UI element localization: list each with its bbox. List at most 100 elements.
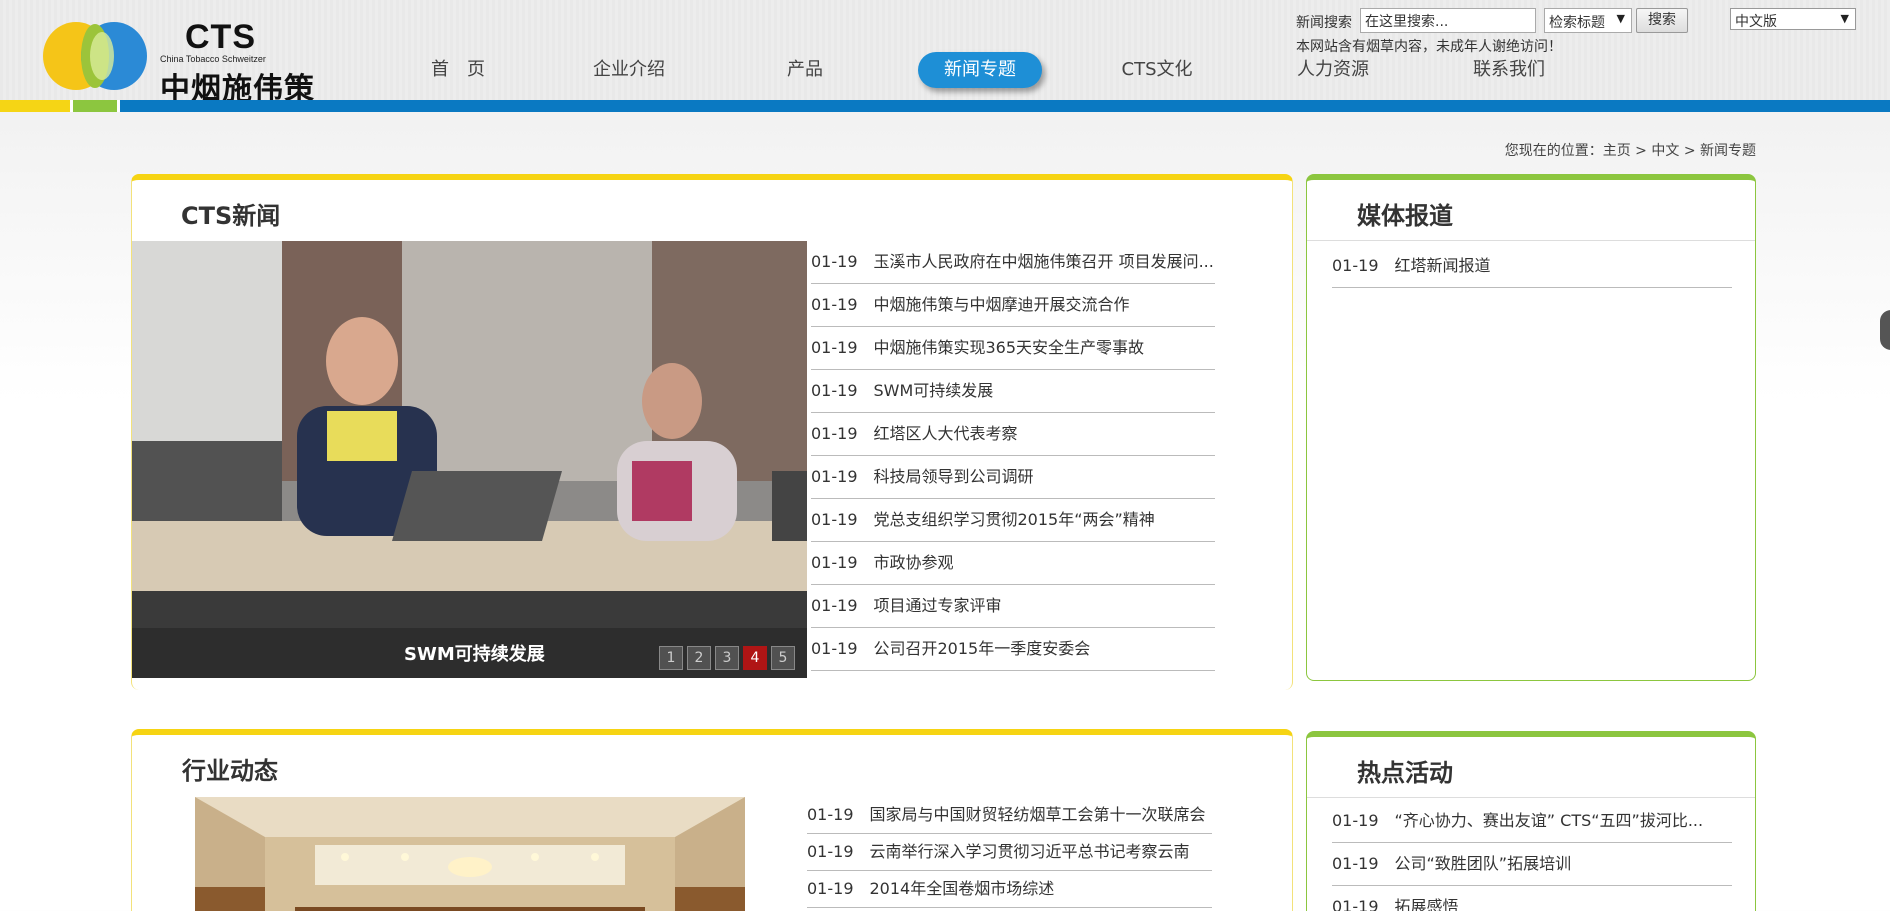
pager-button[interactable]: 3 (715, 646, 739, 670)
list-item[interactable]: 01-19 SWM可持续发展 (811, 370, 1215, 413)
media-panel: 媒体报道 01-19 红塔新闻报道 (1306, 174, 1756, 681)
industry-panel: 行业动态 01-19 国家局与中国财贸轻纺烟草工会第十一次联席会 01-19 云南举… (131, 729, 1293, 911)
pager-button-active[interactable]: 4 (743, 646, 767, 670)
search-label: 新闻搜索 (1296, 15, 1352, 31)
nav-news[interactable]: 新闻专题 (918, 52, 1042, 88)
news-date: 01-19 (807, 879, 854, 898)
news-date: 01-19 (811, 467, 858, 486)
events-panel: 热点活动 01-19 “齐心协力、赛出友谊” CTS“五四”拔河比... 01-1… (1306, 731, 1756, 911)
list-item[interactable]: 01-19 玉溪市人民政府在中烟施伟策召开 项目发展问... (811, 241, 1215, 284)
search-input[interactable] (1360, 8, 1536, 33)
news-title: “齐心协力、赛出友谊” CTS“五四”拔河比... (1394, 811, 1704, 830)
news-title: 项目通过专家评审 (873, 596, 1002, 615)
list-item[interactable]: 01-19 红塔区人大代表考察 (811, 413, 1215, 456)
logo-english: China Tobacco Schweitzer (160, 54, 266, 64)
media-title: 媒体报道 (1357, 202, 1453, 230)
slideshow-pager: 1 2 3 4 5 (659, 646, 795, 670)
events-title: 热点活动 (1357, 759, 1453, 787)
color-bar-green (73, 100, 117, 112)
nav-about[interactable]: 企业介绍 (584, 52, 674, 88)
news-date: 01-19 (811, 553, 858, 572)
list-item[interactable]: 01-19 市政协参观 (811, 542, 1215, 585)
list-item[interactable]: 01-19 公司召开2015年一季度安委会 (811, 628, 1215, 671)
news-date: 01-19 (811, 338, 858, 357)
news-title: 公司“致胜团队”拓展培训 (1394, 854, 1572, 873)
language-select[interactable]: 中文版 ▼ (1730, 8, 1856, 30)
news-title: 科技局领导到公司调研 (873, 467, 1034, 486)
industry-title: 行业动态 (182, 757, 278, 785)
news-title: 红塔新闻报道 (1394, 256, 1491, 275)
list-item[interactable]: 01-19 科技局领导到公司调研 (811, 456, 1215, 499)
pager-button[interactable]: 1 (659, 646, 683, 670)
news-title: SWM可持续发展 (873, 381, 994, 400)
pager-button[interactable]: 2 (687, 646, 711, 670)
search-button[interactable]: 搜索 (1636, 8, 1688, 33)
list-item[interactable]: 01-19 2014年全国卷烟市场综述 (807, 871, 1212, 908)
news-title: 党总支组织学习贯彻2015年“两会”精神 (873, 510, 1155, 529)
news-date: 01-19 (807, 805, 854, 824)
events-list: 01-19 “齐心协力、赛出友谊” CTS“五四”拔河比... 01-19 公司“致… (1332, 800, 1732, 911)
news-date: 01-19 (811, 381, 858, 400)
news-date: 01-19 (811, 639, 858, 658)
news-date: 01-19 (811, 596, 858, 615)
language-value: 中文版 (1735, 14, 1777, 30)
industry-photo[interactable] (195, 797, 745, 911)
cts-news-panel: CTS新闻 SWM可持续发展 1 2 3 4 5 01-19 玉溪市人民政府在中… (131, 174, 1293, 690)
news-date: 01-19 (811, 424, 858, 443)
media-list: 01-19 红塔新闻报道 (1332, 245, 1732, 288)
news-date: 01-19 (807, 842, 854, 861)
divider (1307, 797, 1755, 798)
news-slideshow[interactable]: SWM可持续发展 1 2 3 4 5 (132, 241, 807, 678)
news-title: 市政协参观 (873, 553, 954, 572)
logo-brand: CTS (185, 18, 256, 56)
pager-button[interactable]: 5 (771, 646, 795, 670)
nav-home[interactable]: 首 页 (418, 52, 498, 88)
age-notice: 本网站含有烟草内容，未成年人谢绝访问！ (1296, 39, 1562, 55)
news-title: 云南举行深入学习贯彻习近平总书记考察云南 (869, 842, 1190, 861)
list-item[interactable]: 01-19 国家局与中国财贸轻纺烟草工会第十一次联席会 (807, 797, 1212, 834)
breadcrumb: 您现在的位置：主页 > 中文 > 新闻专题 (1504, 143, 1756, 159)
news-title: 公司召开2015年一季度安委会 (873, 639, 1091, 658)
news-title: 国家局与中国财贸轻纺烟草工会第十一次联席会 (869, 805, 1206, 824)
nav-culture[interactable]: CTS文化 (1112, 52, 1202, 88)
industry-list: 01-19 国家局与中国财贸轻纺烟草工会第十一次联席会 01-19 云南举行深入学习… (807, 797, 1212, 908)
news-date: 01-19 (1332, 256, 1379, 275)
news-date: 01-19 (811, 510, 858, 529)
side-scroll-handle[interactable] (1880, 310, 1890, 350)
news-title: 红塔区人大代表考察 (873, 424, 1018, 443)
color-bar-gap (117, 100, 120, 112)
list-item[interactable]: 01-19 中烟施伟策与中烟摩迪开展交流合作 (811, 284, 1215, 327)
site-logo[interactable]: CTS China Tobacco Schweitzer 中烟施伟策 (40, 18, 314, 107)
chevron-down-icon: ▼ (1840, 12, 1849, 25)
news-title: 2014年全国卷烟市场综述 (869, 879, 1055, 898)
list-item[interactable]: 01-19 项目通过专家评审 (811, 585, 1215, 628)
search-scope-value: 检索标题 (1549, 15, 1605, 31)
news-title: 中烟施伟策与中烟摩迪开展交流合作 (873, 295, 1130, 314)
news-date: 01-19 (1332, 854, 1379, 873)
news-title: 玉溪市人民政府在中烟施伟策召开 项目发展问... (873, 252, 1214, 271)
list-item[interactable]: 01-19 “齐心协力、赛出友谊” CTS“五四”拔河比... (1332, 800, 1732, 843)
nav-products[interactable]: 产品 (770, 52, 840, 88)
list-item[interactable]: 01-19 拓展感悟 (1332, 886, 1732, 911)
news-title: 拓展感悟 (1394, 897, 1459, 911)
nav-contact[interactable]: 联系我们 (1464, 52, 1554, 88)
list-item[interactable]: 01-19 中烟施伟策实现365天安全生产零事故 (811, 327, 1215, 370)
nav-hr[interactable]: 人力资源 (1288, 52, 1378, 88)
slideshow-caption: SWM可持续发展 (404, 644, 545, 665)
search-scope-select[interactable]: 检索标题 ▼ (1544, 8, 1632, 33)
list-item[interactable]: 01-19 云南举行深入学习贯彻习近平总书记考察云南 (807, 834, 1212, 871)
leaf-logo-icon (43, 22, 147, 90)
site-header: CTS China Tobacco Schweitzer 中烟施伟策 首 页 企… (0, 0, 1890, 112)
cts-news-list: 01-19 玉溪市人民政府在中烟施伟策召开 项目发展问... 01-19 中烟施伟策… (811, 241, 1215, 671)
list-item[interactable]: 01-19 红塔新闻报道 (1332, 245, 1732, 288)
meeting-room-photo (195, 797, 745, 911)
news-date: 01-19 (811, 252, 858, 271)
divider (1307, 240, 1755, 241)
color-bar-yellow (0, 100, 70, 112)
chevron-down-icon: ▼ (1616, 12, 1625, 25)
slideshow-caption-bar: SWM可持续发展 1 2 3 4 5 (132, 628, 807, 678)
header-color-bar (0, 100, 1890, 112)
list-item[interactable]: 01-19 公司“致胜团队”拓展培训 (1332, 843, 1732, 886)
news-title: 中烟施伟策实现365天安全生产零事故 (873, 338, 1145, 357)
list-item[interactable]: 01-19 党总支组织学习贯彻2015年“两会”精神 (811, 499, 1215, 542)
